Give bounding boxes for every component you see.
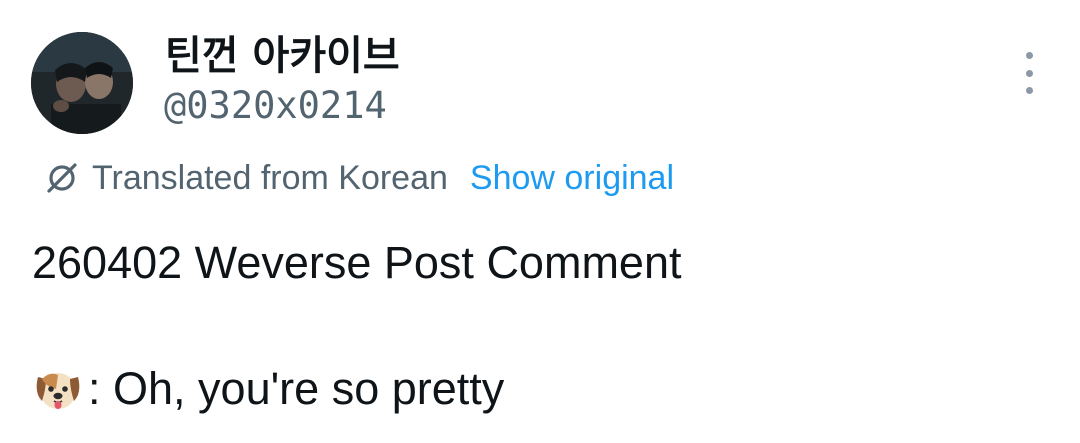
display-name[interactable]: 틴껀 아카이브 — [165, 30, 400, 82]
post-text-line-1: 260402 Weverse Post Comment — [32, 237, 682, 288]
translated-from-label: Translated from Korean — [92, 159, 448, 197]
show-original-link[interactable]: Show original — [470, 156, 674, 200]
user-handle[interactable]: @0320x0214 — [164, 80, 387, 132]
translation-bar: Translated from Korean Show original — [42, 156, 674, 200]
translate-icon — [42, 158, 82, 198]
post-text-line-2-text: : Oh, you're so pretty — [88, 363, 505, 414]
more-dot — [1025, 52, 1033, 59]
post-text-line-2: : Oh, you're so pretty — [32, 358, 504, 420]
avatar[interactable] — [31, 32, 133, 134]
more-dot — [1025, 69, 1033, 77]
dog-face-emoji-icon — [36, 373, 80, 409]
more-vertical-icon[interactable] — [1012, 52, 1046, 94]
more-dot — [1025, 87, 1033, 94]
avatar-photo-icon — [31, 32, 133, 134]
